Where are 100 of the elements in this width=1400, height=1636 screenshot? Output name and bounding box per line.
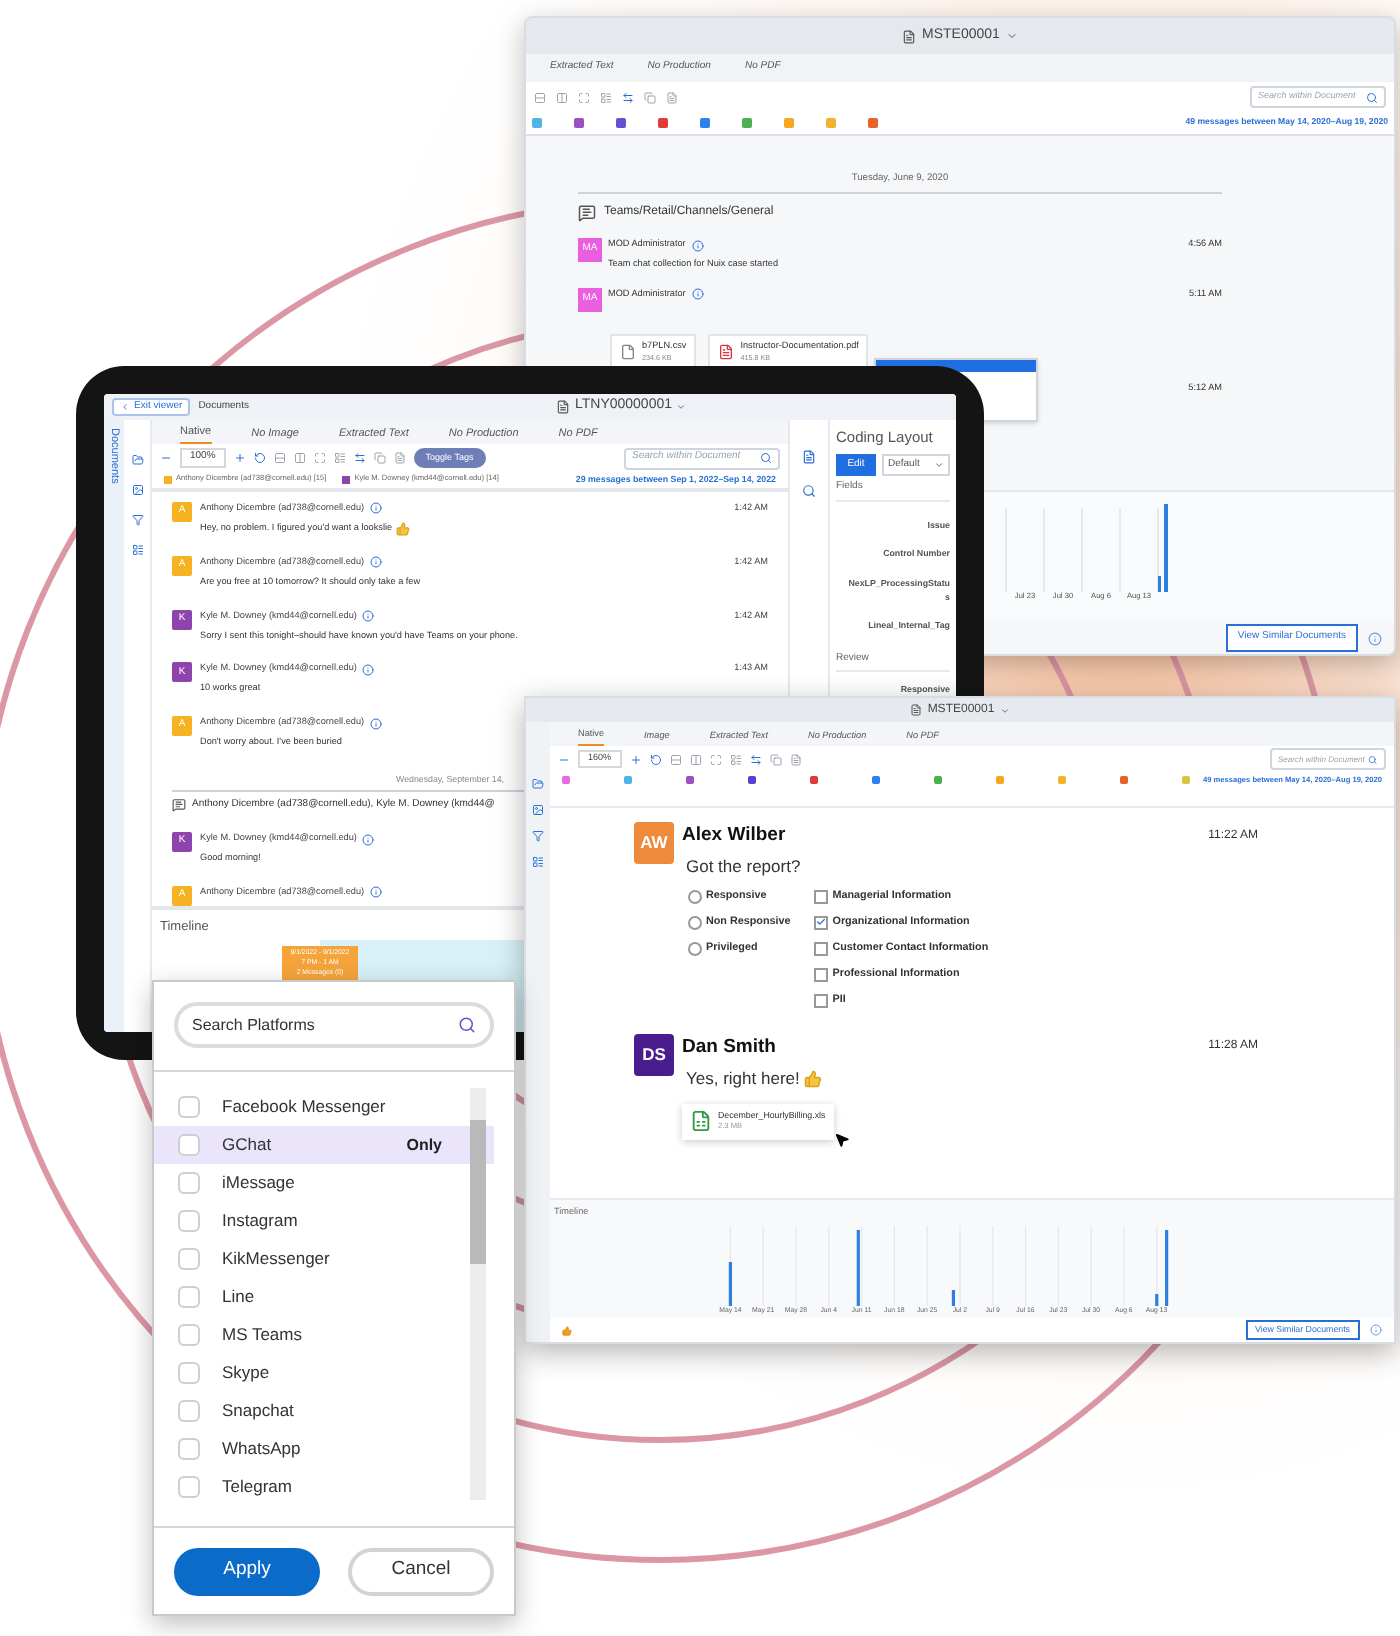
search-icon — [1368, 753, 1378, 765]
filter-icon[interactable] — [131, 514, 143, 526]
cursor-icon — [833, 1131, 850, 1148]
folder-icon[interactable] — [532, 778, 544, 790]
platform-label: Line — [222, 1284, 255, 1310]
platform-label: Instagram — [222, 1208, 298, 1234]
rotate-icon[interactable] — [253, 452, 266, 464]
checkbox[interactable] — [178, 1324, 200, 1346]
checkbox[interactable] — [814, 941, 829, 956]
page-view-icon[interactable] — [669, 753, 682, 765]
checkbox[interactable] — [178, 1286, 200, 1308]
caret-icon[interactable] — [1000, 705, 1011, 715]
split-view-icon[interactable] — [293, 452, 306, 464]
checkbox[interactable] — [178, 1134, 200, 1156]
info-icon[interactable] — [362, 833, 375, 846]
platform-option[interactable]: KikMessenger — [154, 1240, 494, 1278]
navigate-icon[interactable] — [622, 91, 634, 103]
page-view-icon[interactable] — [273, 452, 286, 464]
split-view-icon[interactable] — [556, 91, 568, 103]
platform-option[interactable]: Telegram — [154, 1468, 494, 1506]
info-icon[interactable] — [370, 717, 383, 730]
image-icon[interactable] — [131, 484, 143, 496]
navigate-icon[interactable] — [749, 753, 762, 765]
copy-icon[interactable] — [644, 91, 656, 103]
cancel-button[interactable]: Cancel — [348, 1547, 494, 1595]
checkbox[interactable] — [178, 1476, 200, 1498]
zoom-in-icon[interactable] — [233, 452, 246, 464]
search-icon[interactable] — [802, 484, 816, 498]
platform-label: Telegram — [222, 1474, 292, 1500]
checkbox[interactable] — [178, 1248, 200, 1270]
checkbox[interactable] — [178, 1210, 200, 1232]
split-view-icon[interactable] — [689, 753, 702, 765]
radio-button[interactable] — [688, 889, 702, 904]
checkbox[interactable] — [178, 1096, 200, 1118]
file-icon — [620, 344, 636, 361]
document-icon[interactable] — [802, 450, 816, 464]
caret-icon — [934, 460, 944, 471]
pdf-file-icon — [718, 344, 735, 361]
zoom-out-icon[interactable] — [160, 452, 172, 464]
layout-icon[interactable] — [333, 452, 346, 464]
back-icon — [120, 402, 130, 412]
checkbox[interactable] — [178, 1438, 200, 1460]
filter-icon[interactable] — [532, 830, 544, 842]
page-view-icon[interactable] — [534, 91, 546, 103]
checkbox[interactable] — [814, 993, 829, 1008]
info-icon[interactable] — [1368, 631, 1382, 645]
platform-option[interactable]: iMessage — [154, 1164, 494, 1202]
checkbox[interactable] — [814, 967, 829, 982]
document-icon — [909, 704, 922, 716]
platform-option[interactable]: WhatsApp — [154, 1430, 494, 1468]
platform-option[interactable]: Skype — [154, 1354, 494, 1392]
document-icon[interactable] — [393, 452, 406, 464]
scrollbar-thumb[interactable] — [470, 1120, 486, 1264]
sender-name: Alex Wilber — [682, 822, 786, 850]
info-icon[interactable] — [1370, 1324, 1382, 1336]
checkbox[interactable] — [814, 889, 829, 904]
info-icon[interactable] — [691, 288, 704, 301]
layout-icon[interactable] — [729, 753, 742, 765]
checkbox[interactable] — [178, 1362, 200, 1384]
image-icon[interactable] — [532, 804, 544, 816]
avatar: DS — [634, 1033, 674, 1076]
search-input[interactable]: Search Platforms — [192, 1013, 458, 1037]
platform-option[interactable]: Snapchat — [154, 1392, 494, 1430]
radio-button[interactable] — [688, 915, 702, 930]
document-icon[interactable] — [666, 91, 678, 103]
search-field[interactable]: Search Platforms — [174, 1002, 494, 1048]
chat-icon — [172, 797, 186, 812]
info-icon[interactable] — [691, 239, 704, 252]
list-icon[interactable] — [131, 544, 143, 556]
folder-icon[interactable] — [131, 454, 143, 466]
apply-button[interactable]: Apply — [174, 1547, 320, 1595]
platform-label: GChat — [222, 1132, 272, 1158]
rotate-icon[interactable] — [649, 753, 662, 765]
layout-icon[interactable] — [600, 91, 612, 103]
document-icon — [902, 29, 917, 43]
platform-option[interactable]: Facebook Messenger — [154, 1088, 494, 1126]
info-icon[interactable] — [362, 610, 375, 623]
document-icon[interactable] — [789, 753, 802, 765]
checkbox[interactable] — [178, 1172, 200, 1194]
info-icon[interactable] — [370, 886, 383, 899]
checkbox[interactable] — [178, 1400, 200, 1422]
info-icon[interactable] — [370, 556, 383, 569]
platform-option[interactable]: Line — [154, 1278, 494, 1316]
radio-button[interactable] — [688, 941, 702, 956]
copy-icon[interactable] — [769, 753, 782, 765]
zoom-out-icon[interactable] — [558, 753, 570, 765]
zoom-in-icon[interactable] — [629, 753, 642, 765]
copy-icon[interactable] — [373, 452, 386, 464]
info-icon[interactable] — [362, 663, 375, 676]
info-icon[interactable] — [370, 502, 383, 515]
checkbox[interactable] — [814, 915, 829, 930]
platform-option[interactable]: MS Teams — [154, 1316, 494, 1354]
platform-label: iMessage — [222, 1170, 295, 1196]
caret-icon[interactable] — [1005, 30, 1018, 42]
list-icon[interactable] — [532, 856, 544, 868]
navigate-icon[interactable] — [353, 452, 366, 464]
platform-option[interactable]: GChat Only — [154, 1126, 494, 1164]
platform-option[interactable]: Instagram — [154, 1202, 494, 1240]
only-link[interactable]: Only — [406, 1133, 442, 1157]
caret-icon[interactable] — [676, 402, 687, 412]
